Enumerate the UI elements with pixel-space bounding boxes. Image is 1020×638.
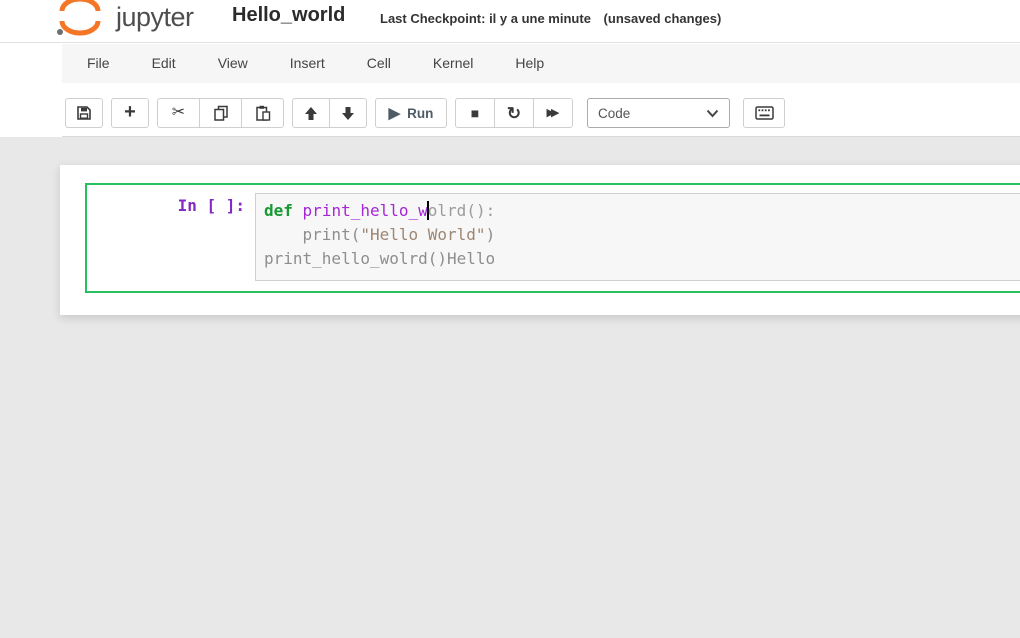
run-cell-button[interactable]: ▶ Run [375,98,447,128]
cell-type-dropdown[interactable]: Code [587,98,730,128]
jupyter-notebook-app: jupyter Hello_world Last Checkpoint: il … [0,0,1020,638]
move-cell-down-button[interactable] [329,98,367,128]
scissors-icon: ✂ [171,104,186,121]
code-token: olrd(): [427,201,496,220]
kernel-button-group: ■ ↻ ▶▶ [455,98,573,128]
stop-icon: ■ [470,105,480,121]
notebook-title[interactable]: Hello_world [232,4,345,27]
paste-cells-button[interactable] [241,98,284,128]
menu-bar: File Edit View Insert Cell Kernel Help [62,44,1020,83]
paste-icon [255,105,270,121]
menu-item-insert[interactable]: Insert [269,44,346,83]
plus-icon: + [124,101,136,123]
menu-item-file[interactable]: File [66,44,131,83]
restart-run-all-button[interactable]: ▶▶ [533,98,573,128]
fast-forward-icon: ▶▶ [546,106,560,119]
menu-item-view[interactable]: View [197,44,269,83]
floppy-save-icon [77,106,91,120]
menu-item-help[interactable]: Help [494,44,565,83]
move-cell-button-group [292,98,367,128]
save-button[interactable] [65,98,103,128]
chevron-down-icon [706,109,719,117]
command-palette-button[interactable] [743,98,785,128]
jupyter-wordmark[interactable]: jupyter [116,2,194,33]
checkpoint-status: Last Checkpoint: il y a une minute (unsa… [380,11,721,26]
jupyter-logo-icon [57,0,101,36]
code-token: print_hello_w [302,201,428,220]
code-line: print("Hello World") [264,223,1020,247]
code-token: "Hello World" [360,225,486,244]
cell-type-value: Code [598,105,631,121]
unsaved-changes-badge: (unsaved changes) [603,11,722,26]
code-cell[interactable]: In [ ]: def print_hello_wolrd(): print("… [85,183,1020,293]
code-line: def print_hello_wolrd(): [264,199,1020,223]
copy-icon [213,105,228,121]
up-arrow-icon [305,106,317,120]
move-cell-up-button[interactable] [292,98,330,128]
code-token: print_hello_wolrd()Hello [264,249,496,268]
copy-cells-button[interactable] [199,98,242,128]
code-line: print_hello_wolrd()Hello [264,247,1020,271]
restart-icon: ↻ [506,103,522,123]
interrupt-kernel-button[interactable]: ■ [455,98,495,128]
clipboard-button-group: ✂ [157,98,284,128]
code-token: ) [485,225,496,244]
notebook-container: In [ ]: def print_hello_wolrd(): print("… [60,165,1020,315]
down-arrow-icon [342,106,354,120]
play-icon: ▶ [388,104,401,122]
code-editor[interactable]: def print_hello_wolrd(): print("Hello Wo… [255,193,1020,281]
run-label: Run [407,105,434,121]
insert-cell-below-button[interactable]: + [111,98,149,128]
header: jupyter Hello_world Last Checkpoint: il … [0,0,1020,43]
input-prompt: In [ ]: [177,196,245,215]
menu-item-kernel[interactable]: Kernel [412,44,494,83]
code-token: print( [264,225,361,244]
code-token: def [264,201,293,220]
keyboard-icon [754,106,774,120]
menu-item-cell[interactable]: Cell [346,44,412,83]
menu-item-edit[interactable]: Edit [131,44,197,83]
checkpoint-text: Last Checkpoint: il y a une minute [380,11,591,26]
toolbar: + ✂ ▶ Run ■ ↻ ▶▶ Code [62,83,1020,137]
notebook-body: In [ ]: def print_hello_wolrd(): print("… [0,137,1020,638]
restart-kernel-button[interactable]: ↻ [494,98,534,128]
cut-cells-button[interactable]: ✂ [157,98,200,128]
